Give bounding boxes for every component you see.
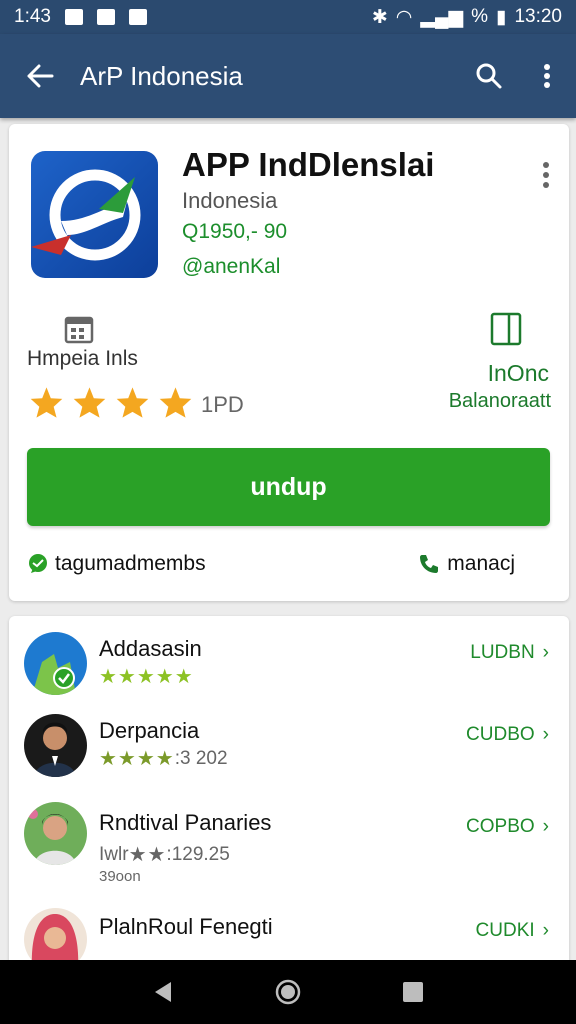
notification-icon [64,9,83,25]
app-bar-title: ArP Indonesia [80,60,243,91]
list-item-stars: ★★★★ [99,748,175,770]
more-vert-icon [544,64,550,88]
wifi-icon: ◠ [395,6,413,28]
status-clock: 13:20 [514,6,562,27]
search-icon [476,63,502,89]
developer-name[interactable]: Indonesia [182,188,277,214]
battery-icon: ▮ [495,6,507,28]
chevron-right-icon: › [542,816,549,837]
signal-icon: ▂▄▆ [420,6,464,28]
app-name: APP IndDlenslai [182,146,435,183]
app-more-button[interactable] [537,160,555,190]
system-nav-bar [0,960,576,1024]
phone-call-icon [420,555,439,573]
list-item-extra: 39oon [99,868,141,885]
related-list-card: Addasasin ★★★★★ LUDBN › Derpancia ★★★★ :… [9,616,569,976]
chevron-right-icon: › [542,642,549,663]
list-item-rating-prefix: Iwlr [99,843,129,865]
star-icon [30,387,63,418]
nav-back-button[interactable] [143,972,183,1012]
nav-home-button[interactable] [268,972,308,1012]
list-item-action[interactable]: COPBO › [466,816,549,838]
more-vert-icon [543,162,549,188]
list-item-name: Rndtival Panaries [99,810,272,835]
list-item-action-label: COPBO [466,816,535,837]
category-label: Hmpeia Inls [27,347,138,370]
app-notification-icon [128,9,147,25]
triangle-back-icon [154,982,171,1002]
app-bar: ArP Indonesia [0,34,576,118]
list-item-name: Derpancia [99,718,200,743]
status-time: 1:43 [14,6,51,27]
device-icon [490,312,522,346]
list-item-action-label: CUDKI [475,920,535,941]
list-item-rating: :3 202 [174,747,228,769]
app-logo-icon [31,151,158,278]
back-arrow-icon [27,64,54,88]
status-bar: 1:43 ✱ ◠ ▂▄▆ % ▮ 13:20 [0,0,576,34]
chat-bubble-icon [29,554,47,573]
share-link[interactable]: tagumadmembs [27,552,206,576]
bluetooth-icon: ✱ [371,6,388,28]
avatar [24,632,87,695]
avatar [24,714,87,777]
list-item-action-label: LUDBN [470,642,535,663]
list-item-action-label: CUDBO [466,724,535,745]
chevron-right-icon: › [542,724,549,745]
category-icon [64,316,94,344]
list-item[interactable]: Rndtival Panaries Iwlr ★★ :129.25 39oon … [9,802,569,894]
avatar [24,802,87,865]
list-item-name: PlalnRoul Fenegti [99,914,273,939]
downloads-label: InOnc [487,360,549,386]
search-button[interactable] [460,34,518,118]
install-button[interactable]: undup [27,448,550,526]
battery-percent: % [471,6,488,27]
rating-stars [29,386,193,419]
list-item-action[interactable]: CUDKI › [476,920,549,942]
overflow-menu-button[interactable] [518,34,576,118]
list-item-action[interactable]: CUDBO › [466,724,549,746]
list-item-stars: ★★★★★ [99,666,194,688]
star-icon [116,387,149,418]
home-circle-icon [275,979,301,1005]
manage-link[interactable]: manacj [417,552,515,576]
nav-recents-button[interactable] [393,972,433,1012]
star-icon [73,387,106,418]
downloads-sub: Balanoraatt [448,390,551,412]
star-icon [159,387,192,418]
rating-count: 1PD [201,392,244,417]
list-item-name: Addasasin [99,636,202,661]
list-item-action[interactable]: LUDBN › [470,642,549,664]
photo-notification-icon [96,9,115,25]
share-label: tagumadmembs [55,552,206,575]
app-detail-card: APP IndDlenslai Indonesia Q1950,- 90 @an… [9,124,569,601]
list-item-rating: :129.25 [166,843,230,865]
manage-label: manacj [447,552,515,575]
app-price: Q1950,- 90 [182,220,288,243]
list-item[interactable]: Addasasin ★★★★★ LUDBN › [9,630,569,722]
chevron-right-icon: › [542,920,549,941]
list-item-stars: ★★ [128,844,167,866]
list-item[interactable]: Derpancia ★★★★ :3 202 CUDBO › [9,714,569,806]
square-recents-icon [403,982,424,1002]
developer-handle[interactable]: @anenKal [182,255,280,279]
back-button[interactable] [0,34,80,118]
